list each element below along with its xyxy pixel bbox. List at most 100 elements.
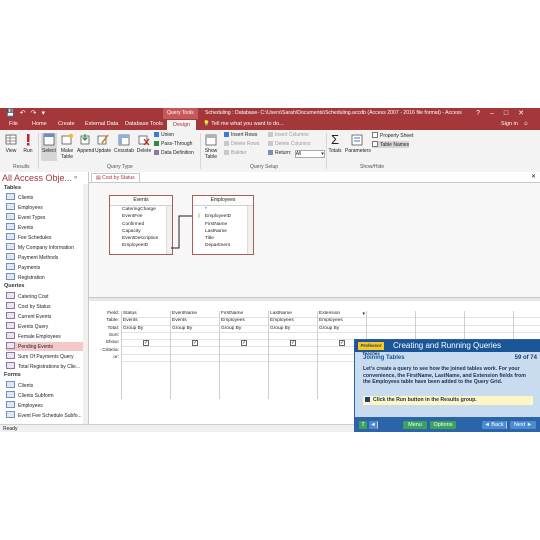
tab-external-data[interactable]: External Data xyxy=(85,119,118,130)
grid-column[interactable]: EventName Events Group By ✓ xyxy=(170,311,220,399)
insert-columns-button[interactable]: Insert Columns xyxy=(268,132,309,138)
nav-section-forms[interactable]: Forms xyxy=(4,372,21,378)
show-checkbox[interactable]: ✓ xyxy=(241,340,247,347)
table-names-button[interactable]: Table Names xyxy=(372,141,410,148)
nav-item-query[interactable]: Events Query xyxy=(6,322,84,331)
grid-table-cell[interactable] xyxy=(514,318,540,326)
nav-item-query[interactable]: Current Events xyxy=(6,312,84,321)
tutorial-t-button[interactable]: T xyxy=(359,421,367,429)
grid-field-cell[interactable]: Extension ▾ xyxy=(318,311,366,319)
grid-or-cell[interactable] xyxy=(122,355,170,363)
grid-field-cell[interactable] xyxy=(465,311,513,319)
pass-through-button[interactable]: Pass-Through xyxy=(154,141,192,147)
grid-sort-cell[interactable] xyxy=(171,333,219,341)
tutorial-prev-arrow-button[interactable]: ◄ xyxy=(369,421,378,429)
grid-field-cell[interactable]: FirstName xyxy=(220,311,268,319)
grid-criteria-cell[interactable] xyxy=(269,347,317,355)
nav-section-tables[interactable]: Tables xyxy=(4,185,21,191)
tell-me-box[interactable]: 💡 Tell me what you want to do... xyxy=(203,119,284,130)
show-checkbox[interactable]: ✓ xyxy=(290,340,296,347)
document-tab[interactable]: ▤ Cost by Status xyxy=(91,173,140,182)
field-item[interactable]: Title xyxy=(193,235,253,242)
grid-field-cell[interactable]: EventName xyxy=(171,311,219,319)
share-icon[interactable]: ☺ xyxy=(523,119,529,130)
grid-field-cell[interactable] xyxy=(416,311,464,319)
nav-item-form[interactable]: Clients xyxy=(6,381,84,390)
nav-item-table[interactable]: Payment Methods xyxy=(6,253,84,262)
grid-table-cell[interactable] xyxy=(465,318,513,326)
events-table-box[interactable]: Events CateringCharge EventFee Confirmed… xyxy=(109,195,173,255)
quick-access-toolbar[interactable]: 💾↶↷▾ xyxy=(6,109,50,117)
nav-item-query[interactable]: Catering Cost xyxy=(6,292,84,301)
tab-design[interactable]: Design xyxy=(167,120,197,130)
nav-item-table[interactable]: Events xyxy=(6,223,84,232)
nav-item-table[interactable]: Fee Schedules xyxy=(6,233,84,242)
nav-item-table[interactable]: Employees xyxy=(6,203,84,212)
grid-or-cell[interactable] xyxy=(220,355,268,363)
nav-item-query-selected[interactable]: Pending Events xyxy=(6,342,84,351)
return-dropdown[interactable]: All ▾ xyxy=(294,150,325,158)
grid-table-cell[interactable]: Events xyxy=(171,318,219,326)
nav-chevron-icon[interactable]: « xyxy=(74,175,77,181)
update-button[interactable]: Update xyxy=(95,133,111,154)
totals-button[interactable]: Σ Totals xyxy=(328,133,342,154)
make-table-button[interactable]: Make Table xyxy=(59,133,75,160)
employees-table-box[interactable]: Employees * ⚷ EmployeeID FirstName LastNa… xyxy=(192,195,254,255)
parameters-button[interactable]: Parameters xyxy=(345,133,371,154)
nav-item-form[interactable]: Event Fee Schedule Subfo... xyxy=(6,411,84,420)
nav-item-query[interactable]: Female Employees xyxy=(6,332,84,341)
builder-button[interactable]: Builder xyxy=(224,150,247,156)
nav-item-table[interactable]: Payments xyxy=(6,263,84,272)
grid-criteria-cell[interactable] xyxy=(122,347,170,355)
tab-create[interactable]: Create xyxy=(58,119,75,130)
grid-table-cell[interactable]: Employees xyxy=(318,318,366,326)
grid-total-cell[interactable]: Group By xyxy=(269,326,317,333)
select-query-button[interactable]: Select xyxy=(41,133,57,161)
insert-rows-button[interactable]: Insert Rows xyxy=(224,132,257,138)
append-button[interactable]: Append xyxy=(77,133,94,154)
grid-total-cell[interactable]: Group By xyxy=(318,326,366,333)
show-checkbox[interactable]: ✓ xyxy=(339,340,345,347)
grid-show-cell[interactable]: ✓ xyxy=(269,340,317,348)
field-item[interactable]: * xyxy=(193,206,253,213)
field-item[interactable]: EmployeeID xyxy=(110,242,172,249)
grid-criteria-cell[interactable] xyxy=(171,347,219,355)
grid-field-cell[interactable]: Status xyxy=(122,311,170,319)
grid-total-cell[interactable] xyxy=(367,326,415,333)
grid-column[interactable]: LastName Employees Group By ✓ xyxy=(268,311,318,399)
tutorial-next-button[interactable]: Next ► xyxy=(510,421,536,429)
nav-item-query[interactable]: Total Registrations by Clie... xyxy=(6,362,84,371)
field-item[interactable]: Capacity xyxy=(110,228,172,235)
grid-show-cell[interactable]: ✓ xyxy=(171,340,219,348)
tab-database-tools[interactable]: Database Tools xyxy=(125,119,163,130)
nav-item-query[interactable]: Cost by Status xyxy=(6,302,84,311)
nav-item-query[interactable]: Sum Of Payments Query xyxy=(6,352,84,361)
run-button[interactable]: Run xyxy=(20,133,36,154)
field-item[interactable]: CateringCharge xyxy=(110,206,172,213)
show-table-button[interactable]: Show Table xyxy=(203,133,219,160)
crosstab-button[interactable]: Crosstab xyxy=(114,133,134,154)
grid-or-cell[interactable] xyxy=(171,355,219,363)
field-item[interactable]: FirstName xyxy=(193,221,253,228)
tutorial-back-button[interactable]: ◄ Back xyxy=(482,421,507,429)
grid-total-cell[interactable] xyxy=(416,326,464,333)
nav-item-table[interactable]: Clients xyxy=(6,193,84,202)
union-button[interactable]: Union xyxy=(154,132,174,138)
grid-or-cell[interactable] xyxy=(269,355,317,363)
grid-column[interactable]: FirstName Employees Group By ✓ xyxy=(219,311,269,399)
nav-section-queries[interactable]: Queries xyxy=(4,283,24,289)
grid-table-cell[interactable] xyxy=(416,318,464,326)
show-checkbox[interactable]: ✓ xyxy=(192,340,198,347)
grid-column[interactable]: Status Events Group By ✓ xyxy=(121,311,171,399)
grid-show-cell[interactable]: ✓ xyxy=(220,340,268,348)
delete-query-button[interactable]: Delete xyxy=(136,133,152,154)
chevron-down-icon[interactable]: ▾ xyxy=(362,311,365,317)
field-item[interactable]: Confirmed xyxy=(110,221,172,228)
grid-field-cell[interactable]: LastName xyxy=(269,311,317,319)
grid-sort-cell[interactable] xyxy=(122,333,170,341)
sign-in-link[interactable]: Sign in xyxy=(501,119,518,130)
nav-item-table[interactable]: Event Types xyxy=(6,213,84,222)
show-checkbox[interactable]: ✓ xyxy=(143,340,149,347)
join-line[interactable] xyxy=(171,213,193,253)
grid-criteria-cell[interactable] xyxy=(220,347,268,355)
